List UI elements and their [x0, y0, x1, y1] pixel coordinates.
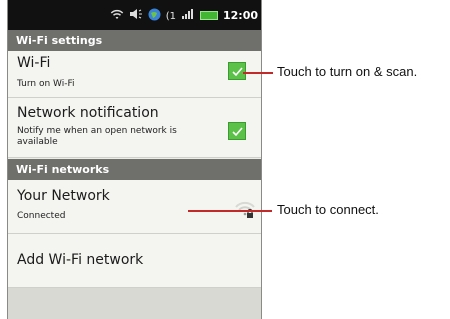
checkmark-icon	[231, 126, 243, 136]
network-notification-title: Network notification	[17, 105, 159, 121]
wifi-toggle-title: Wi-Fi	[17, 55, 51, 71]
network-notification-subtitle: Notify me when an open network is availa…	[17, 126, 177, 147]
carrier-tag: 1	[169, 10, 176, 22]
status-bar: (1 12:00	[8, 0, 261, 30]
notification-checkbox[interactable]	[228, 122, 246, 140]
network-row-your-network[interactable]: Your Network Connected	[8, 180, 261, 234]
add-wifi-network-row[interactable]: Add Wi-Fi network	[8, 234, 261, 288]
carrier-icon: (1	[165, 10, 176, 22]
sync-globe-icon	[148, 8, 161, 23]
callout-wifi-toggle: Touch to turn on & scan.	[277, 64, 418, 79]
add-wifi-network-label: Add Wi-Fi network	[17, 252, 144, 268]
callout-network: Touch to connect.	[277, 202, 379, 217]
volume-icon	[129, 8, 143, 22]
signal-strength-icon	[181, 8, 195, 22]
wifi-checkbox[interactable]	[228, 62, 246, 80]
wifi-settings-header: Wi-Fi settings	[8, 30, 261, 51]
wifi-locked-icon	[234, 198, 258, 220]
wifi-status-icon	[110, 8, 124, 22]
status-time: 12:00	[222, 8, 258, 22]
wifi-toggle-subtitle: Turn on Wi-Fi	[17, 79, 75, 89]
callout-line-wifi	[243, 72, 273, 74]
checkmark-icon	[231, 66, 243, 76]
battery-icon	[199, 10, 218, 20]
network-notification-row[interactable]: Network notification Notify me when an o…	[8, 98, 261, 158]
callout-line-network	[188, 210, 272, 212]
empty-list-area	[8, 288, 261, 319]
wifi-toggle-row[interactable]: Wi-Fi Turn on Wi-Fi	[8, 51, 261, 98]
phone-screen: (1 12:00 Wi-Fi settings Wi-Fi Turn on Wi…	[7, 0, 262, 319]
network-name: Your Network	[17, 188, 110, 204]
network-status: Connected	[17, 211, 66, 221]
wifi-networks-header: Wi-Fi networks	[8, 159, 261, 180]
